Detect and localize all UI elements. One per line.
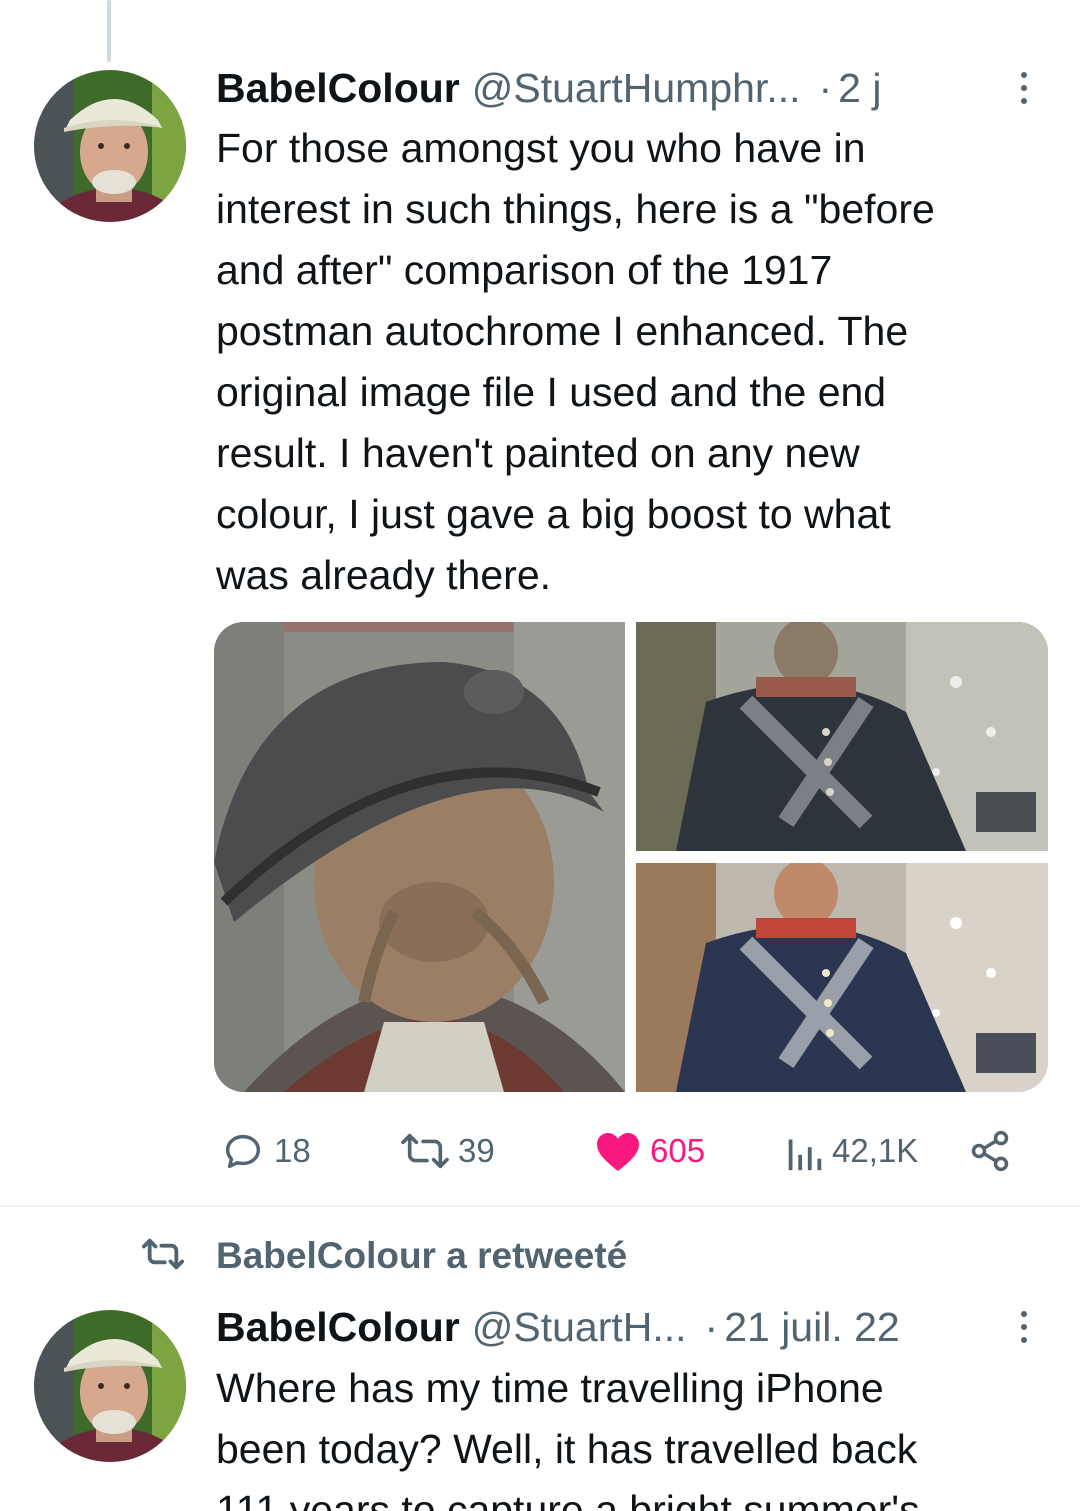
separator-dot: · bbox=[704, 1303, 719, 1350]
thread-connector bbox=[107, 0, 111, 62]
reply-button[interactable]: 18 bbox=[220, 1124, 311, 1178]
author-name[interactable]: BabelColour bbox=[216, 1304, 460, 1351]
author-name[interactable]: BabelColour bbox=[216, 65, 460, 112]
tweet-header: BabelColour @StuartHumphr... · 2 j bbox=[216, 63, 881, 113]
tweet-time[interactable]: 21 juil. 22 bbox=[724, 1304, 900, 1351]
media-grid bbox=[214, 622, 1048, 1092]
retweet-icon bbox=[400, 1128, 450, 1174]
view-count: 42,1K bbox=[832, 1132, 919, 1169]
media-image-after[interactable] bbox=[636, 863, 1048, 1092]
media-image-before[interactable] bbox=[636, 622, 1048, 851]
tweet-text: Where has my time travelling iPhone been… bbox=[216, 1365, 920, 1511]
media-image-closeup[interactable] bbox=[214, 622, 625, 1092]
author-handle[interactable]: @StuartHumphr... bbox=[472, 65, 801, 112]
tweet-time[interactable]: 2 j bbox=[838, 65, 881, 112]
more-icon[interactable] bbox=[1014, 68, 1034, 108]
views-icon bbox=[784, 1128, 824, 1174]
views-button[interactable]: 42,1K bbox=[784, 1124, 918, 1178]
avatar[interactable] bbox=[34, 70, 186, 222]
like-button[interactable]: 605 bbox=[594, 1124, 705, 1178]
share-icon bbox=[968, 1129, 1012, 1173]
like-count: 605 bbox=[650, 1132, 706, 1169]
retweet-button[interactable]: 39 bbox=[400, 1124, 495, 1178]
heart-icon bbox=[594, 1128, 642, 1174]
tweet-actions: 18 39 605 42,1K bbox=[216, 1124, 1016, 1178]
author-handle[interactable]: @StuartH... bbox=[472, 1304, 687, 1351]
more-icon[interactable] bbox=[1014, 1307, 1034, 1347]
retweet-count: 39 bbox=[458, 1132, 495, 1169]
retweet-context[interactable]: BabelColour a retweeté bbox=[140, 1230, 627, 1282]
retweeted-by-label: BabelColour a retweeté bbox=[216, 1235, 628, 1276]
retweet-icon bbox=[140, 1234, 186, 1279]
reply-icon bbox=[220, 1128, 266, 1174]
tweet-text: For those amongst you who have in intere… bbox=[216, 125, 935, 598]
tweet-header: BabelColour @StuartH... · 21 juil. 22 bbox=[216, 1302, 900, 1352]
separator-dot: · bbox=[818, 64, 833, 111]
tweet-divider bbox=[0, 1205, 1080, 1207]
avatar[interactable] bbox=[34, 1310, 186, 1462]
share-button[interactable] bbox=[968, 1124, 1012, 1178]
reply-count: 18 bbox=[274, 1132, 311, 1169]
